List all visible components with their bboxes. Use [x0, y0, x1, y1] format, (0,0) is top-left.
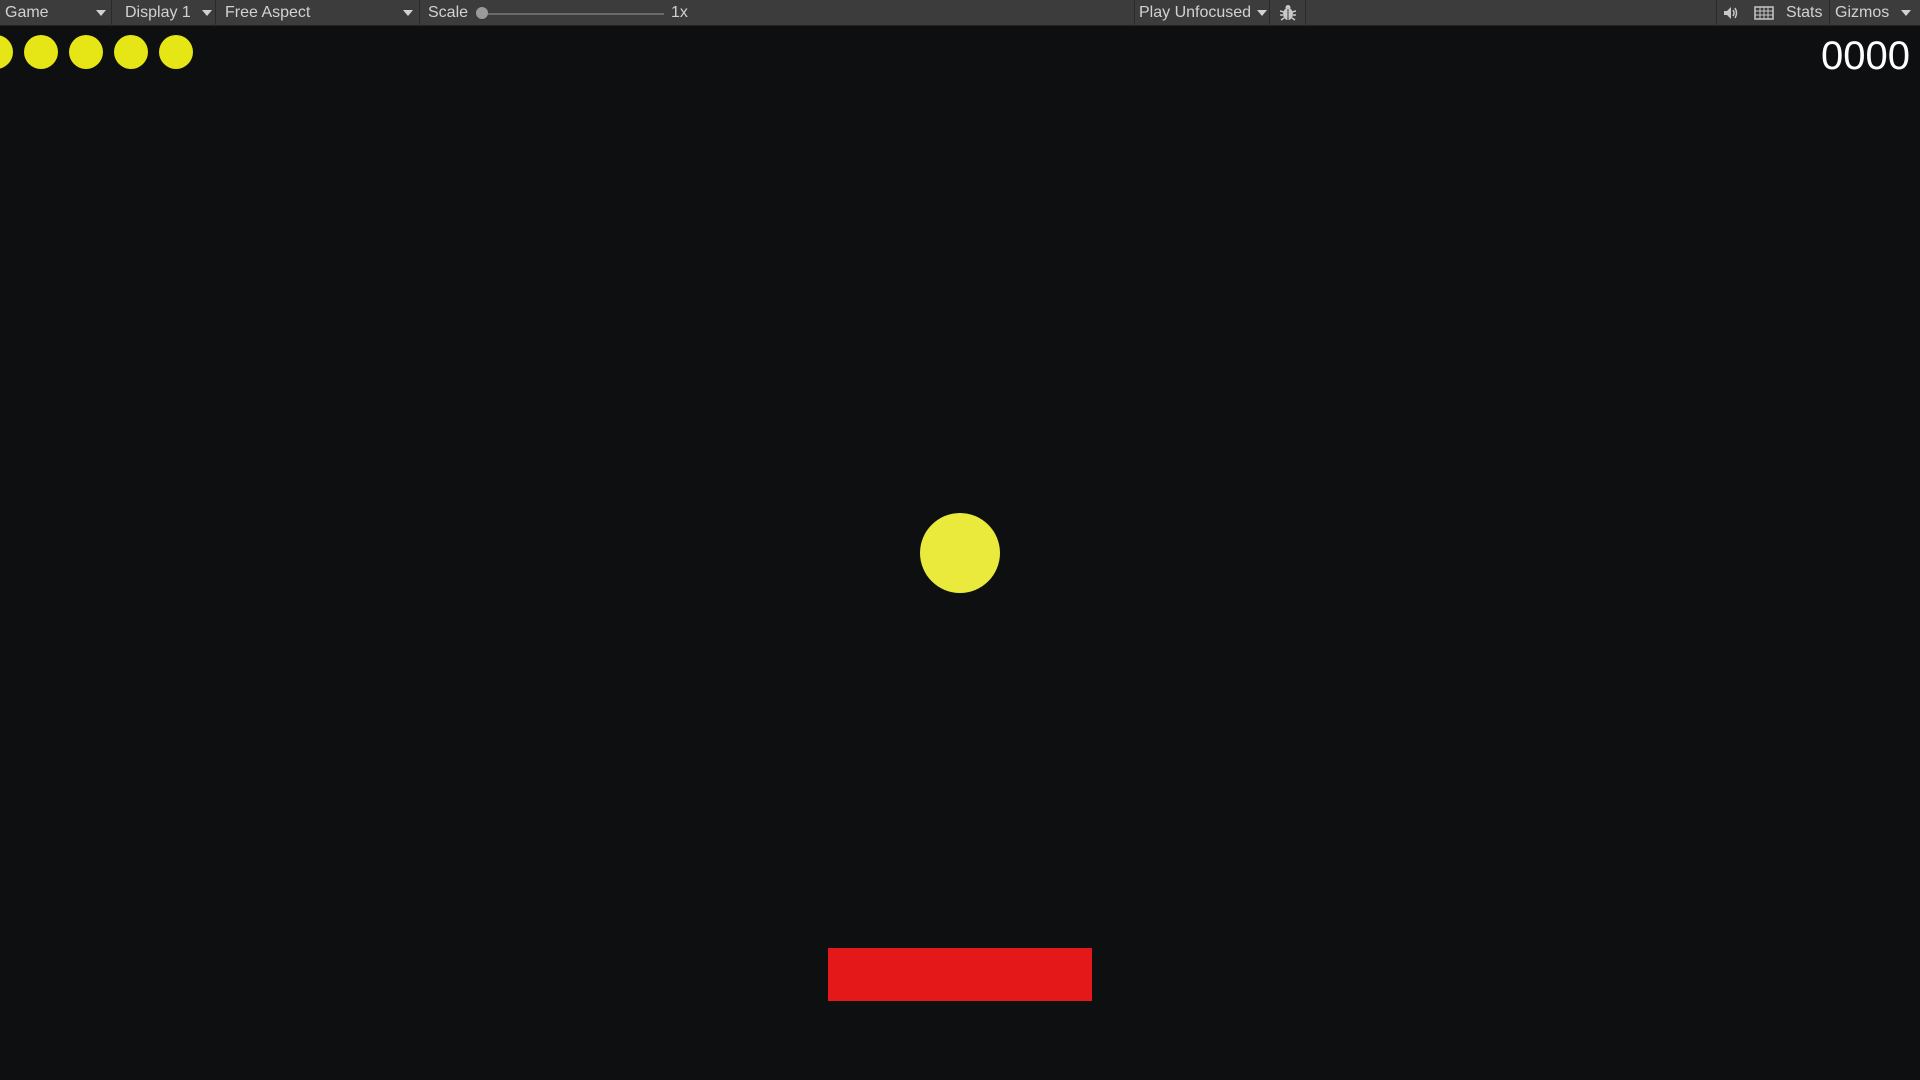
view-dropdown[interactable]: Game [0, 0, 112, 26]
life-indicator [114, 35, 148, 69]
toolbar-divider [1305, 0, 1306, 26]
keyboard-grid-icon[interactable] [1754, 5, 1776, 21]
audio-mute-icon[interactable] [1722, 4, 1742, 22]
scale-slider-handle[interactable] [476, 7, 488, 19]
toolbar-divider [1716, 0, 1717, 26]
game-viewport[interactable]: 0000 [0, 26, 1920, 1080]
life-indicator [24, 35, 58, 69]
debug-bug-icon[interactable] [1278, 3, 1300, 23]
game-view-toolbar: Game Display 1 Free Aspect Scale 1x Play… [0, 0, 1920, 26]
play-mode-label: Play Unfocused [1139, 4, 1252, 21]
display-dropdown[interactable]: Display 1 [120, 0, 216, 26]
aspect-dropdown-label: Free Aspect [225, 4, 311, 21]
toolbar-divider [1829, 0, 1830, 26]
chevron-down-icon [403, 10, 413, 16]
display-dropdown-label: Display 1 [125, 4, 191, 21]
life-indicator [69, 35, 103, 69]
scale-value: 1x [671, 4, 688, 21]
gizmos-button[interactable]: Gizmos [1835, 0, 1889, 26]
life-indicator [0, 35, 13, 69]
ball [920, 513, 1000, 593]
chevron-down-icon [1257, 10, 1267, 16]
chevron-down-icon [202, 10, 212, 16]
scale-label: Scale [428, 4, 469, 21]
chevron-down-icon [96, 10, 106, 16]
stats-button[interactable]: Stats [1786, 0, 1822, 26]
view-dropdown-label: Game [5, 4, 49, 21]
score-counter: 0000 [1821, 34, 1910, 78]
toolbar-divider [1134, 0, 1135, 26]
scale-slider-track[interactable] [482, 13, 664, 15]
chevron-down-icon[interactable] [1901, 10, 1911, 16]
paddle [828, 948, 1092, 1001]
toolbar-divider [1269, 0, 1270, 26]
aspect-dropdown[interactable]: Free Aspect [220, 0, 420, 26]
play-mode-dropdown[interactable]: Play Unfocused [1139, 0, 1269, 26]
life-indicator [159, 35, 193, 69]
